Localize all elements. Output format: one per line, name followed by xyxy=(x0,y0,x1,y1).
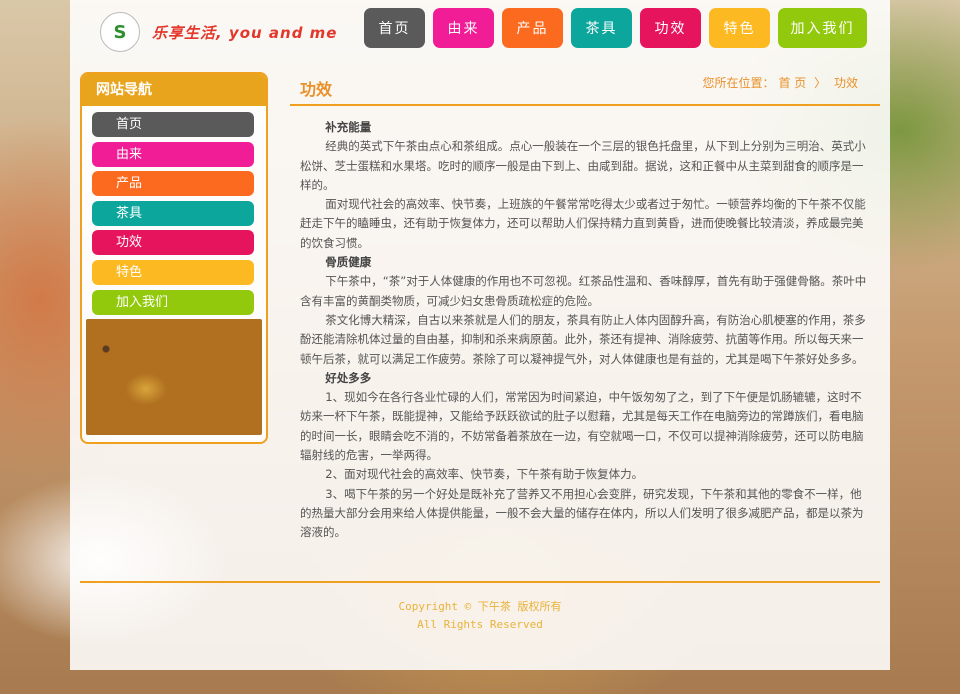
top-navigation: 首页 由来 产品 茶具 功效 特色 加入我们 xyxy=(364,8,875,48)
breadcrumb-current: 功效 xyxy=(833,76,858,90)
sidebar-item-6[interactable]: 加入我们 xyxy=(92,289,254,315)
footer-divider xyxy=(80,581,880,583)
footer-rights: All Rights Reserved xyxy=(417,618,543,631)
sidebar-list: 首页由来产品茶具功效特色加入我们 xyxy=(82,106,266,315)
nav-button-4[interactable]: 功效 xyxy=(640,8,701,48)
logo-mark-icon: S xyxy=(100,12,140,52)
paragraph: 面对现代社会的高效率、快节奏，上班族的午餐常常吃得太少或者过于匆忙。一顿营养均衡… xyxy=(300,197,866,250)
site-logo[interactable]: S 乐享生活, you and me xyxy=(100,12,337,52)
article-body: 补充能量经典的英式下午茶由点心和茶组成。点心一般装在一个三层的银色托盘里，从下到… xyxy=(290,106,880,543)
sidebar-item-1[interactable]: 由来 xyxy=(92,141,254,167)
sidebar-item-2[interactable]: 产品 xyxy=(92,171,254,197)
footer: Copyright © 下午茶 版权所有 All Rights Reserved xyxy=(70,598,890,634)
nav-button-2[interactable]: 产品 xyxy=(502,8,563,48)
footer-copyright: Copyright © 下午茶 版权所有 xyxy=(398,600,562,613)
nav-button-1[interactable]: 由来 xyxy=(433,8,494,48)
paragraph: 下午茶中，“茶”对于人体健康的作用也不可忽视。红茶品性温和、香味醇厚，首先有助于… xyxy=(300,274,867,308)
sidebar-item-5[interactable]: 特色 xyxy=(92,259,254,285)
sidebar: 网站导航 首页由来产品茶具功效特色加入我们 xyxy=(80,72,268,444)
paragraph: 经典的英式下午茶由点心和茶组成。点心一般装在一个三层的银色托盘里，从下到上分别为… xyxy=(300,139,866,192)
sidebar-item-0[interactable]: 首页 xyxy=(92,112,254,137)
section-heading: 骨质健康 xyxy=(325,255,372,270)
section-heading: 补充能量 xyxy=(325,120,372,134)
nav-button-3[interactable]: 茶具 xyxy=(571,8,632,48)
breadcrumb-prefix: 您所在位置： xyxy=(702,76,775,90)
paragraph: 3、喝下午茶的另一个好处是既补充了营养又不用担心会变胖，研究发现，下午茶和其他的… xyxy=(300,486,864,540)
nav-button-6[interactable]: 加入我们 xyxy=(778,8,867,48)
paragraph: 茶文化博大精深，自古以来茶就是人们的朋友，茶具有防止人体内固醇升高，有防治心肌梗… xyxy=(300,312,866,366)
sidebar-item-3[interactable]: 茶具 xyxy=(92,200,254,226)
breadcrumb-home-link[interactable]: 首 页 xyxy=(778,76,806,90)
sidebar-title: 网站导航 xyxy=(82,74,266,106)
page-title: 功效 xyxy=(300,80,333,99)
section-heading: 好处多多 xyxy=(325,370,372,385)
logo-text: 乐享生活, you and me xyxy=(152,23,338,42)
nav-button-0[interactable]: 首页 xyxy=(364,8,425,48)
content-header: 功效 您所在位置：首 页 〉 功效 xyxy=(290,68,880,106)
nav-button-5[interactable]: 特色 xyxy=(709,8,770,48)
breadcrumb-separator-icon: 〉 xyxy=(814,76,827,90)
breadcrumb: 您所在位置：首 页 〉 功效 xyxy=(700,74,860,91)
sidebar-item-4[interactable]: 功效 xyxy=(92,230,254,256)
paragraph: 1、现如今在各行各业忙碌的人们，常常因为时间紧迫，中午饭匆匆了之，到了下午便是饥… xyxy=(300,390,864,463)
tea-cupcake-photo xyxy=(86,319,262,436)
paragraph: 2、面对现代社会的高效率、快节奏，下午茶有助于恢复体力。 xyxy=(325,467,644,482)
page-container: S 乐享生活, you and me 首页 由来 产品 茶具 功效 特色 加入我们 网站导航… xyxy=(70,0,890,670)
main-content: 功效 您所在位置：首 页 〉 功效 补充能量经典的英式下午茶由点心和茶组成。点心… xyxy=(290,68,880,543)
